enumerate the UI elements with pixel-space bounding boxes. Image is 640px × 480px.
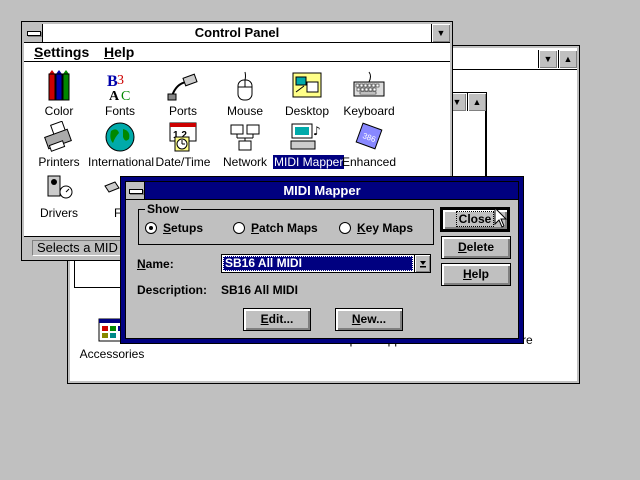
- keyboard-icon: [353, 71, 385, 97]
- cp-item-international[interactable]: International: [88, 121, 155, 169]
- svg-text:♪: ♪: [313, 124, 321, 138]
- cp-item-label: Printers: [38, 155, 80, 169]
- menu-settings[interactable]: Settings: [34, 44, 89, 60]
- cp-item-label: Drivers: [40, 206, 78, 220]
- edit-button[interactable]: Edit...: [243, 308, 311, 331]
- dialog-system-menu-button[interactable]: [126, 182, 145, 199]
- cp-item-mouse[interactable]: Mouse: [213, 70, 277, 118]
- cp-item-label: Ports: [168, 104, 197, 118]
- system-menu-button[interactable]: [24, 24, 43, 42]
- drivers-icon: [47, 175, 73, 199]
- delete-button[interactable]: Delete: [441, 236, 511, 259]
- minimize-button[interactable]: ▼: [431, 24, 450, 42]
- clock-calendar-icon: 1 2: [169, 122, 197, 152]
- control-panel-titlebar[interactable]: Control Panel: [24, 24, 450, 43]
- cp-item-label: Fonts: [104, 104, 135, 118]
- cp-item-midi-mapper[interactable]: ♪ MIDI Mapper: [273, 121, 345, 169]
- svg-text:C: C: [121, 89, 130, 102]
- cp-item-label: Color: [44, 104, 74, 118]
- printers-icon: [44, 121, 72, 152]
- cp-item-label: Keyboard: [343, 104, 395, 118]
- midi-mapper-dialog: MIDI Mapper Show Setups Patch Maps Key M…: [120, 176, 524, 344]
- cp-item-label: Mouse: [226, 104, 264, 118]
- chip-icon: 386: [355, 122, 383, 150]
- menu-bar: Settings Help: [24, 43, 450, 62]
- color-crayons-icon: [48, 70, 70, 101]
- cp-item-desktop[interactable]: Desktop: [275, 70, 339, 118]
- cp-item-keyboard[interactable]: Keyboard: [337, 70, 401, 118]
- status-text: Selects a MID: [37, 240, 118, 255]
- setups-radio[interactable]: [145, 222, 157, 234]
- minimize-button[interactable]: ▼: [538, 50, 557, 68]
- menu-help[interactable]: Help: [104, 44, 134, 60]
- maximize-button[interactable]: ▲: [558, 50, 577, 68]
- description-label: Description:: [137, 283, 208, 297]
- cp-item-fonts[interactable]: B 3 A C Fonts: [88, 70, 152, 118]
- key-maps-radio[interactable]: [339, 222, 351, 234]
- name-combobox[interactable]: SB16 All MIDI: [221, 254, 431, 273]
- patch-maps-radio[interactable]: [233, 222, 245, 234]
- cp-item-label: Desktop: [284, 104, 330, 118]
- cp-item-label: International: [88, 155, 155, 169]
- cp-item-network[interactable]: Network: [213, 121, 277, 169]
- dropdown-arrow-icon: [419, 261, 426, 268]
- mouse-icon: [237, 71, 253, 101]
- description-value: SB16 All MIDI: [221, 283, 298, 297]
- group-maximize-button[interactable]: ▲: [467, 93, 486, 111]
- cp-item-printers[interactable]: Printers: [27, 121, 91, 169]
- window-title: Control Panel: [194, 25, 280, 40]
- key-maps-label[interactable]: Key Maps: [357, 221, 413, 235]
- svg-text:A: A: [109, 89, 120, 102]
- cp-item-label: Network: [222, 155, 267, 169]
- mouse-pointer-icon: [494, 207, 508, 228]
- cp-item-label: Date/Time: [155, 155, 211, 169]
- cp-item-datetime[interactable]: 1 2 Date/Time: [151, 121, 215, 169]
- dialog-titlebar[interactable]: MIDI Mapper: [126, 182, 518, 200]
- globe-icon: [105, 122, 135, 152]
- new-button[interactable]: New...: [335, 308, 403, 331]
- ports-icon: [167, 73, 198, 101]
- midi-mapper-icon: ♪: [290, 123, 321, 150]
- fonts-icon: B 3 A C: [107, 73, 130, 102]
- cp-item-enhanced[interactable]: 386 Enhanced: [337, 121, 401, 169]
- cp-item-color[interactable]: Color: [27, 70, 91, 118]
- group-label: Accessories: [79, 347, 145, 361]
- combobox-dropdown-button[interactable]: [414, 255, 430, 272]
- cp-item-label: Enhanced: [341, 155, 397, 169]
- dialog-title: MIDI Mapper: [283, 183, 361, 198]
- help-button[interactable]: Help: [441, 263, 511, 286]
- show-group-label: Show: [145, 202, 181, 216]
- name-label: Name:: [137, 257, 174, 271]
- cp-item-drivers[interactable]: Drivers: [27, 172, 91, 220]
- cp-item-label: MIDI Mapper: [273, 155, 345, 169]
- svg-text:3: 3: [117, 73, 124, 88]
- dialog-body: MIDI Mapper Show Setups Patch Maps Key M…: [125, 181, 519, 339]
- cp-item-ports[interactable]: Ports: [151, 70, 215, 118]
- network-icon: [230, 124, 260, 151]
- show-groupbox: Show Setups Patch Maps Key Maps: [138, 202, 434, 245]
- name-combobox-value: SB16 All MIDI: [223, 256, 413, 271]
- setups-label[interactable]: Setups: [163, 221, 203, 235]
- desktop-icon: [292, 72, 322, 98]
- patch-maps-label[interactable]: Patch Maps: [251, 221, 318, 235]
